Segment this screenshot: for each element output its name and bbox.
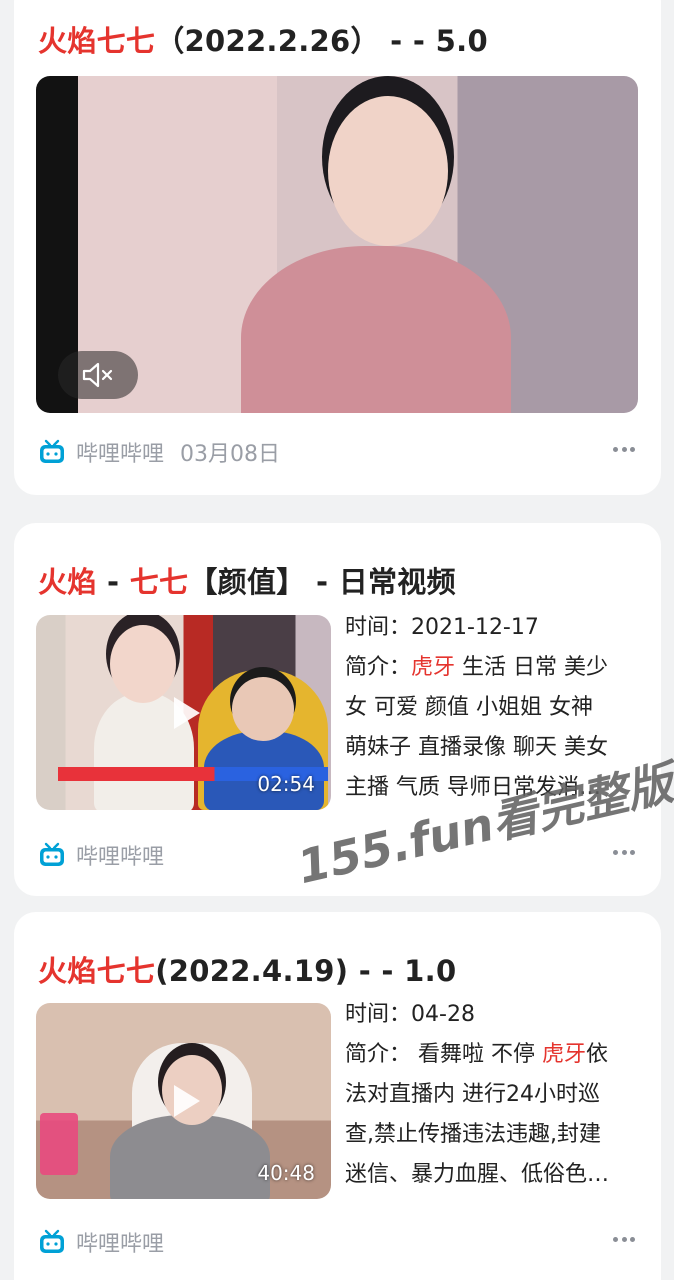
video-card-1[interactable]: 火焰七七（2022.2.26） - - 5.0 哔哩哔哩 03月08日 [14,0,661,495]
desc-line-2: 女 可爱 颜值 小姐姐 女神 [345,695,593,720]
source-name: 哔哩哔哩 [76,442,165,467]
desc-text: 看舞啦 不停 [411,1042,542,1067]
title-text: （2022.2.26） - - 5.0 [155,24,488,58]
bilibili-tv-icon [40,1229,64,1253]
source-name: 哔哩哔哩 [76,845,165,870]
card-title[interactable]: 火焰 - 七七【颜值】 - 日常视频 [38,559,456,601]
desc-line-1: 简介：虎牙 生活 日常 美少 [345,648,641,688]
desc-label: 简介： [345,655,412,680]
desc-line-1: 简介： 看舞啦 不停 虎牙依 [345,1035,641,1075]
desc-highlight: 虎牙 [542,1042,587,1067]
person-figure [110,1115,270,1199]
title-highlight-2: 七七 [129,565,189,599]
desc-highlight: 虎牙 [411,655,456,680]
desc-label: 简介： [345,1042,412,1067]
desc-line-4: 迷信、暴力血腥、低俗色… [345,1162,610,1187]
title-highlight: 火焰七七 [38,24,156,58]
bilibili-tv-icon [40,842,64,866]
play-icon[interactable] [164,693,204,733]
time-label: 时间： [345,1002,412,1027]
video-thumbnail[interactable]: 40:48 [36,1003,331,1199]
desc-text: 生活 日常 美少 [455,655,609,680]
video-card-3[interactable]: 火焰七七(2022.4.19) - - 1.0 40:48 时间：04-28 简… [14,912,661,1280]
video-info: 时间：04-28 简介： 看舞啦 不停 虎牙依 法对直播内 进行24小时巡 查,… [345,995,641,1195]
video-duration: 02:54 [257,772,315,796]
title-text: (2022.4.19) - - 1.0 [155,954,457,988]
gift-overlay [40,1113,78,1175]
more-dots-icon[interactable] [613,447,635,453]
speaker-muted-icon [82,362,113,388]
bilibili-tv-icon [40,439,64,463]
time-value: 2021-12-17 [411,615,539,640]
source-name: 哔哩哔哩 [76,1232,165,1257]
person-figure [241,246,511,413]
more-dots-icon[interactable] [613,850,635,856]
title-separator: - [96,565,130,599]
card-title[interactable]: 火焰七七(2022.4.19) - - 1.0 [38,948,456,990]
desc-line-3: 查,禁止传播违法违趣,封建 [345,1122,601,1147]
card-title[interactable]: 火焰七七（2022.2.26） - - 5.0 [38,18,488,60]
title-highlight: 火焰七七 [38,954,156,988]
title-text: 【颜值】 - 日常视频 [188,565,456,599]
desc-text-2: 依 [586,1042,609,1067]
time-row: 时间：2021-12-17 [345,608,641,648]
time-row: 时间：04-28 [345,995,641,1035]
video-player[interactable] [36,76,638,413]
mute-button[interactable] [58,351,138,399]
time-label: 时间： [345,615,412,640]
video-duration: 40:48 [257,1161,315,1185]
more-dots-icon[interactable] [613,1237,635,1243]
post-date: 03月08日 [180,442,281,467]
card-meta: 哔哩哔哩 [38,1226,164,1258]
person-head-2 [232,677,294,741]
title-highlight: 火焰 [38,565,97,599]
play-icon[interactable] [164,1081,204,1121]
time-value: 04-28 [411,1002,475,1027]
person-head [110,625,176,703]
person-head [328,96,448,246]
card-meta: 哔哩哔哩 03月08日 [38,436,280,468]
desc-line-2: 法对直播内 进行24小时巡 [345,1082,600,1107]
card-meta: 哔哩哔哩 [38,839,164,871]
video-thumbnail[interactable]: 02:54 [36,615,331,810]
